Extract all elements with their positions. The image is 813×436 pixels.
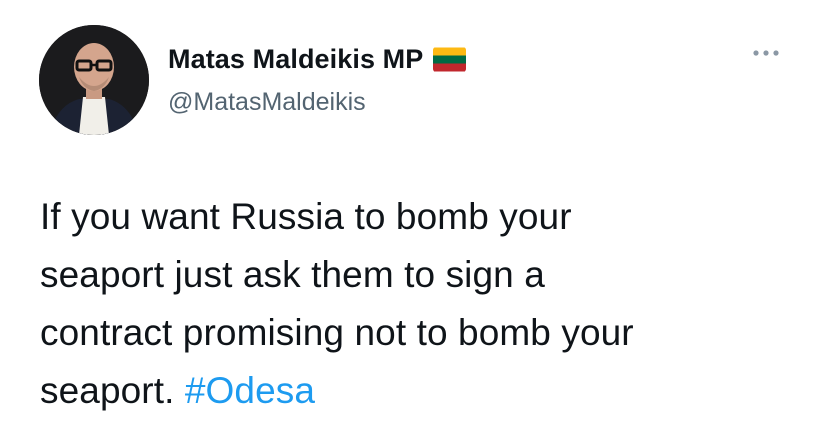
tweet-card: Matas Maldeikis MP @MatasMaldeikis If yo… <box>0 0 813 436</box>
more-options-icon[interactable] <box>751 46 781 60</box>
tweet-text-line: contract promising not to bomb your <box>40 312 634 353</box>
lithuania-flag-icon <box>433 47 467 72</box>
author-name-row: Matas Maldeikis MP <box>168 44 467 75</box>
tweet-text-fragment: seaport. <box>40 370 185 411</box>
author-display-name[interactable]: Matas Maldeikis MP <box>168 44 423 75</box>
tweet-text-line: seaport just ask them to sign a <box>40 254 545 295</box>
avatar[interactable] <box>39 25 149 135</box>
tweet-text-line: If you want Russia to bomb your <box>40 196 572 237</box>
profile-photo-icon <box>39 25 149 135</box>
hashtag-link[interactable]: #Odesa <box>185 370 315 411</box>
tweet-text-line-last: seaport. #Odesa <box>40 362 780 420</box>
tweet-text: If you want Russia to bomb your seaport … <box>40 188 780 420</box>
author-handle[interactable]: @MatasMaldeikis <box>168 88 366 117</box>
